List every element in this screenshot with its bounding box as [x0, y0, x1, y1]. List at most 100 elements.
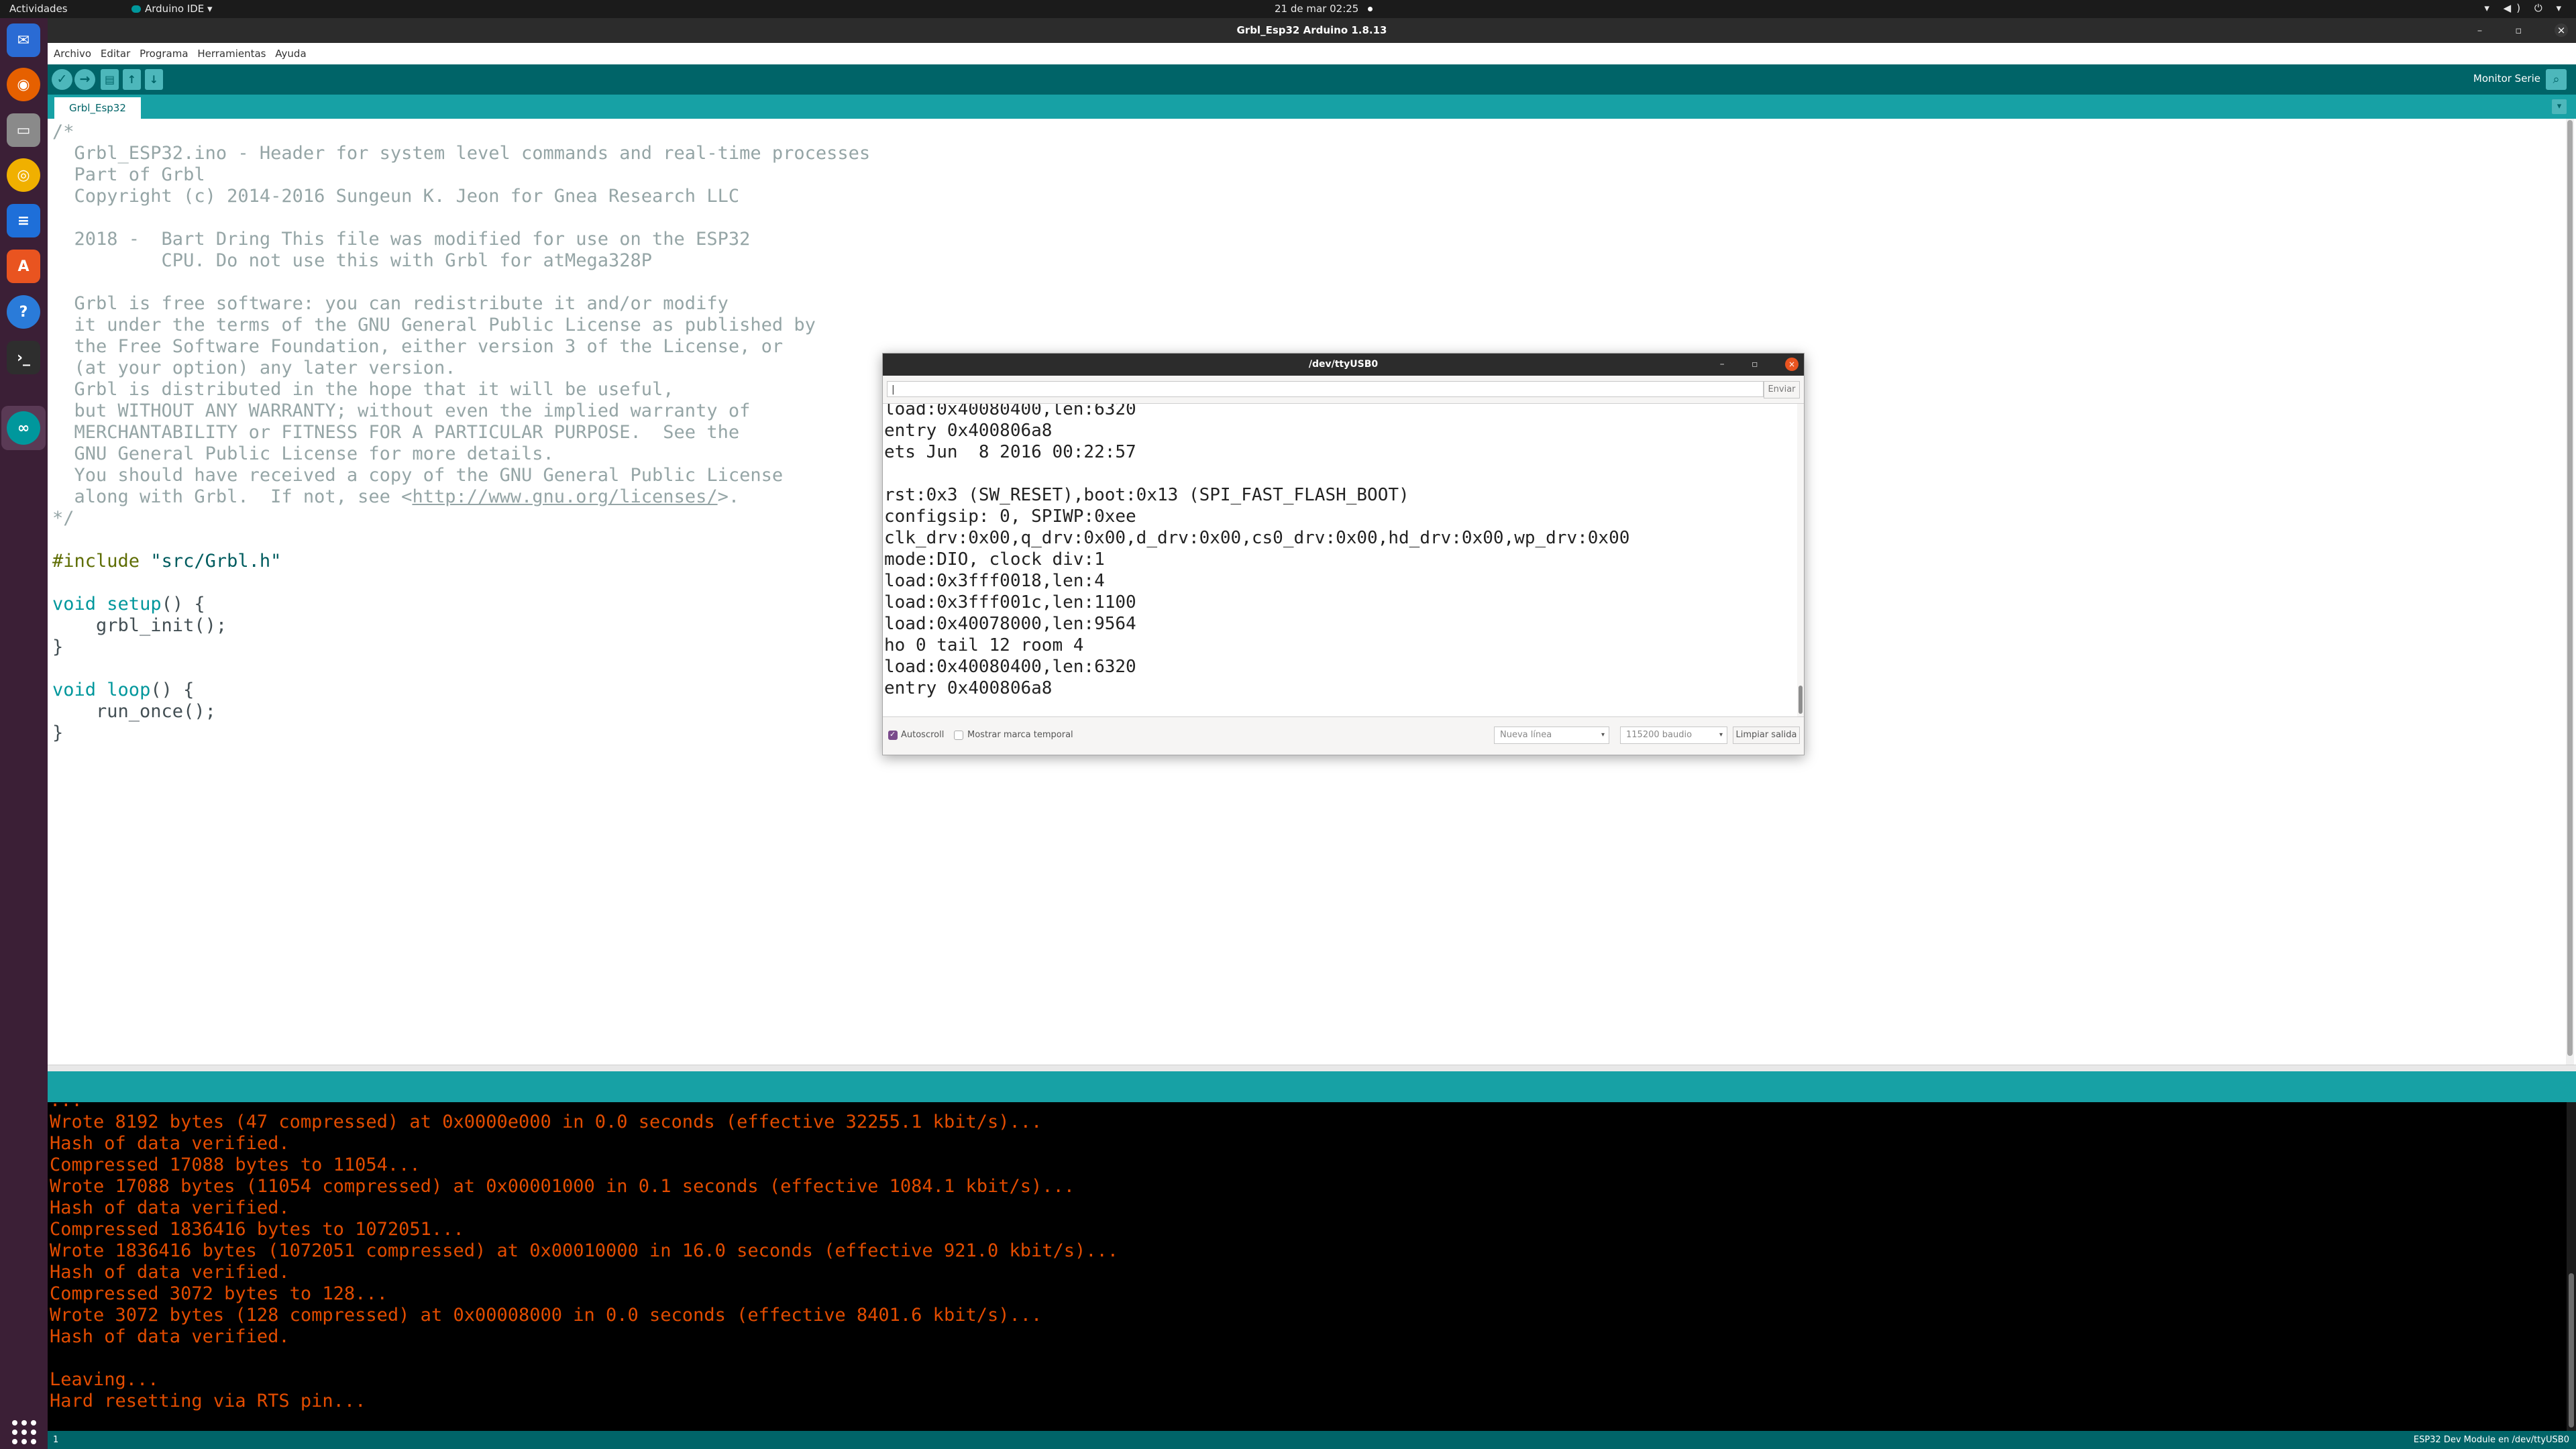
app-menu-label: Arduino IDE ▾: [145, 3, 213, 15]
menu-editar[interactable]: Editar: [101, 43, 130, 64]
code-line: #include "src/Grbl.h": [52, 551, 870, 572]
terminal-icon[interactable]: ›_: [7, 341, 40, 374]
code-token: MERCHANTABILITY or FITNESS FOR A PARTICU…: [52, 422, 740, 443]
clear-output-button[interactable]: Limpiar salida: [1733, 727, 1800, 744]
serial-window-controls[interactable]: – ▫ ×: [1720, 354, 1799, 376]
new-sketch-icon[interactable]: ▤: [101, 69, 119, 90]
serial-line: ets Jun 8 2016 00:22:57: [884, 442, 1136, 462]
tab-menu-icon[interactable]: ▾: [2552, 99, 2567, 114]
code-token[interactable]: http://www.gnu.org/licenses/: [412, 486, 717, 507]
clock[interactable]: 21 de mar 02:25: [1275, 3, 1373, 15]
software-icon[interactable]: A: [7, 250, 40, 283]
code-token: grbl_init();: [52, 615, 227, 636]
code-line: }: [52, 637, 870, 658]
menu-bar: Archivo Editar Programa Herramientas Ayu…: [48, 43, 2576, 65]
save-sketch-icon[interactable]: ↓: [145, 69, 163, 90]
code-line: GNU General Public License for more deta…: [52, 443, 870, 465]
close-icon[interactable]: ×: [2555, 23, 2568, 37]
thunderbird-icon[interactable]: ✉: [7, 23, 40, 57]
serial-monitor-title: /dev/ttyUSB0: [1308, 359, 1379, 370]
menu-programa[interactable]: Programa: [140, 43, 188, 64]
chevron-down-icon: ▾: [1719, 731, 1723, 739]
serial-monitor-titlebar: /dev/ttyUSB0 – ▫ ×: [883, 354, 1804, 376]
code-token: }: [52, 722, 64, 743]
code-line: (at your option) any later version.: [52, 358, 870, 379]
upload-icon[interactable]: →: [74, 69, 95, 90]
console-line: Hash of data verified.: [50, 1133, 290, 1154]
line-number: 1: [53, 1435, 59, 1445]
baud-rate-select[interactable]: 115200 baudio ▾: [1620, 727, 1727, 744]
minimize-maximize-icons[interactable]: – ▫: [2477, 24, 2555, 36]
show-applications-icon[interactable]: [12, 1420, 36, 1444]
window-titlebar: Grbl_Esp32 Arduino 1.8.13 – ▫ ×: [48, 18, 2576, 43]
console-line: Hard resetting via RTS pin...: [50, 1391, 366, 1411]
arduino-app-icon: [131, 5, 141, 13]
code-token: it under the terms of the GNU General Pu…: [52, 315, 816, 335]
menu-ayuda[interactable]: Ayuda: [275, 43, 306, 64]
serial-monitor-icon[interactable]: ⌕: [2546, 69, 2567, 90]
writer-icon[interactable]: ≡: [7, 204, 40, 237]
code-token: You should have received a copy of the G…: [52, 465, 784, 486]
serial-output-scrollbar[interactable]: [1797, 404, 1804, 716]
code-token: }: [52, 637, 64, 657]
serial-line: rst:0x3 (SW_RESET),boot:0x13 (SPI_FAST_F…: [884, 485, 1409, 505]
console-line: ...: [50, 1102, 1118, 1112]
code-line: Grbl_ESP32.ino - Header for system level…: [52, 143, 871, 164]
arduino-icon[interactable]: ∞: [7, 411, 40, 445]
console-scroll-thumb[interactable]: [2569, 1273, 2574, 1428]
code-token: >.: [717, 486, 740, 507]
code-token: loop: [107, 680, 151, 700]
serial-line: clk_drv:0x00,q_drv:0x00,d_drv:0x00,cs0_d…: [884, 528, 1630, 548]
serial-line: load:0x40080400,len:6320: [884, 403, 1136, 419]
send-button[interactable]: Enviar: [1764, 381, 1800, 398]
serial-line: ho 0 tail 12 room 4: [884, 635, 1084, 655]
open-sketch-icon[interactable]: ↑: [123, 69, 141, 90]
system-top-bar: Actividades Arduino IDE ▾ 21 de mar 02:2…: [0, 0, 2576, 18]
window-controls[interactable]: – ▫ ×: [2477, 18, 2568, 43]
autoscroll-checkbox[interactable]: [888, 730, 898, 740]
window-title: Grbl_Esp32 Arduino 1.8.13: [1236, 24, 1387, 36]
rhythmbox-icon[interactable]: ◎: [7, 158, 40, 192]
serial-monitor-window: /dev/ttyUSB0 – ▫ × | Enviar load:0x40080…: [882, 353, 1805, 755]
output-console[interactable]: ...Wrote 8192 bytes (47 compressed) at 0…: [48, 1102, 2576, 1431]
code-line: Grbl is free software: you can redistrib…: [52, 293, 870, 315]
code-line: grbl_init();: [52, 615, 870, 637]
code-token: Part of Grbl: [52, 164, 205, 185]
app-menu[interactable]: Arduino IDE ▾: [131, 3, 213, 15]
serial-close-icon[interactable]: ×: [1785, 358, 1799, 371]
menu-herramientas[interactable]: Herramientas: [197, 43, 266, 64]
verify-icon[interactable]: ✓: [52, 69, 72, 90]
serial-minimize-maximize-icons[interactable]: – ▫: [1720, 359, 1785, 370]
code-line: it under the terms of the GNU General Pu…: [52, 315, 870, 336]
files-icon[interactable]: ▭: [7, 113, 40, 147]
code-token: #include: [52, 551, 151, 572]
message-area: [48, 1071, 2576, 1102]
serial-line: load:0x40080400,len:6320: [884, 657, 1136, 677]
console-scrollbar[interactable]: [2567, 1102, 2576, 1431]
dock: ✉ ◉ ▭ ◎ ≡ A ? ›_ ∞: [0, 18, 48, 1449]
editor-scroll-thumb[interactable]: [2567, 120, 2573, 1056]
code-line: along with Grbl. If not, see <http://www…: [52, 486, 870, 508]
editor-scrollbar[interactable]: [2566, 119, 2574, 1065]
menu-archivo[interactable]: Archivo: [54, 43, 91, 64]
code-line: You should have received a copy of the G…: [52, 465, 870, 486]
console-content: ...Wrote 8192 bytes (47 compressed) at 0…: [50, 1102, 1118, 1412]
line-ending-select[interactable]: Nueva línea ▾: [1494, 727, 1609, 744]
timestamp-checkbox[interactable]: [954, 731, 963, 740]
serial-scroll-thumb[interactable]: [1799, 686, 1803, 714]
serial-output[interactable]: load:0x40080400,len:6320 entry 0x400806a8…: [883, 403, 1804, 717]
activities-button[interactable]: Actividades: [9, 3, 68, 15]
serial-send-input[interactable]: |: [887, 381, 1764, 397]
console-line: Wrote 1836416 bytes (1072051 compressed)…: [50, 1240, 1119, 1261]
tab-grbl-esp32[interactable]: Grbl_Esp32: [54, 97, 141, 119]
system-tray[interactable]: ▾ ◀) ⏻ ▾: [2484, 2, 2567, 14]
help-icon[interactable]: ?: [7, 295, 40, 329]
code-content[interactable]: /* Grbl_ESP32.ino - Header for system le…: [52, 121, 870, 744]
firefox-icon[interactable]: ◉: [7, 68, 40, 101]
console-line: Hash of data verified.: [50, 1326, 290, 1347]
console-line: Compressed 17088 bytes to 11054...: [50, 1155, 421, 1175]
